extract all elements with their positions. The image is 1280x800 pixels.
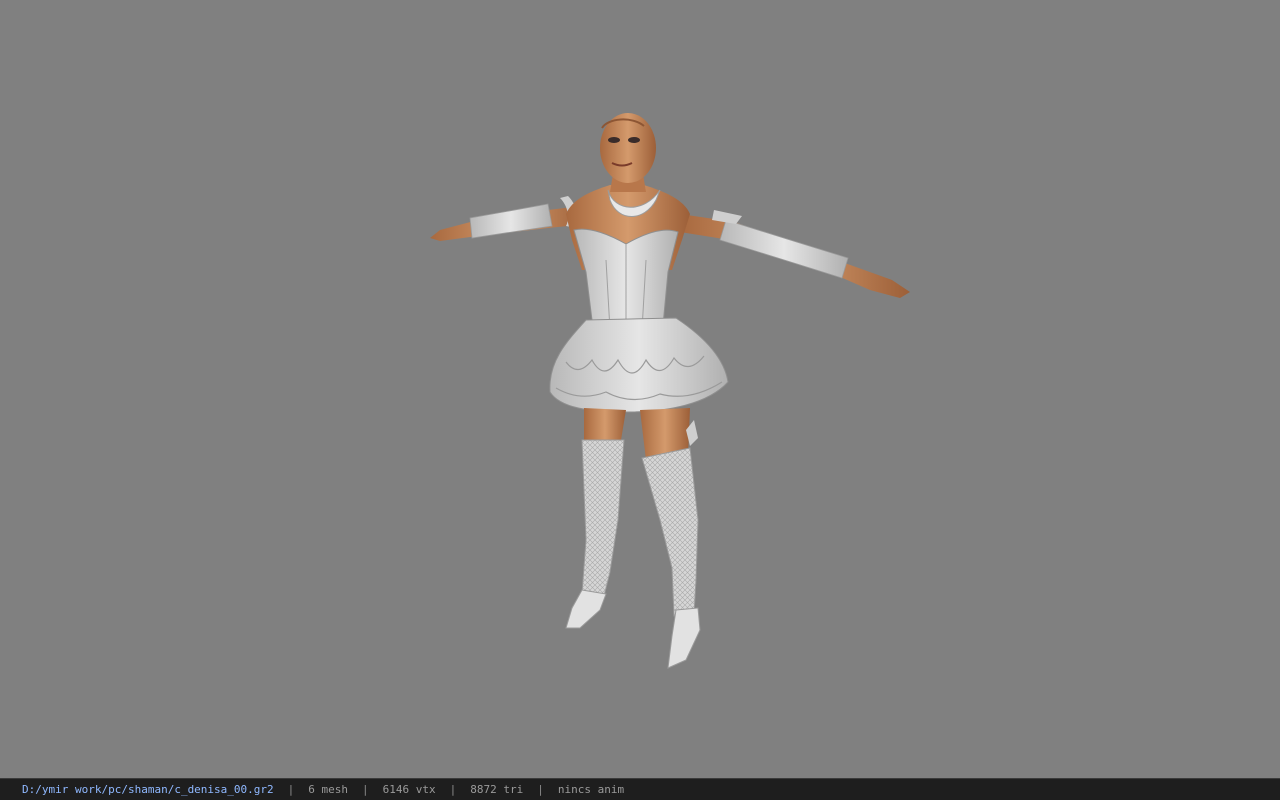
head (600, 113, 656, 183)
separator: | (537, 783, 544, 796)
3d-viewport[interactable] (0, 0, 1280, 778)
triangle-count: 8872 tri (470, 783, 524, 796)
separator: | (449, 783, 457, 796)
left-arm (430, 196, 590, 241)
file-path: D:/ymir work/pc/shaman/c_denisa_00.gr2 (22, 783, 274, 796)
left-leg (565, 408, 626, 629)
character-model[interactable] (0, 0, 1280, 778)
status-bar: D:/ymir work/pc/shaman/c_denisa_00.gr2 |… (0, 778, 1280, 800)
animation-status: nincs anim (557, 783, 625, 796)
skirt (549, 317, 729, 413)
right-arm (680, 210, 910, 298)
vertex-count: 6146 vtx (382, 783, 436, 796)
separator: | (362, 783, 369, 796)
separator: | (287, 783, 295, 796)
mesh-count: 6 mesh (308, 783, 349, 796)
right-leg (640, 408, 701, 669)
